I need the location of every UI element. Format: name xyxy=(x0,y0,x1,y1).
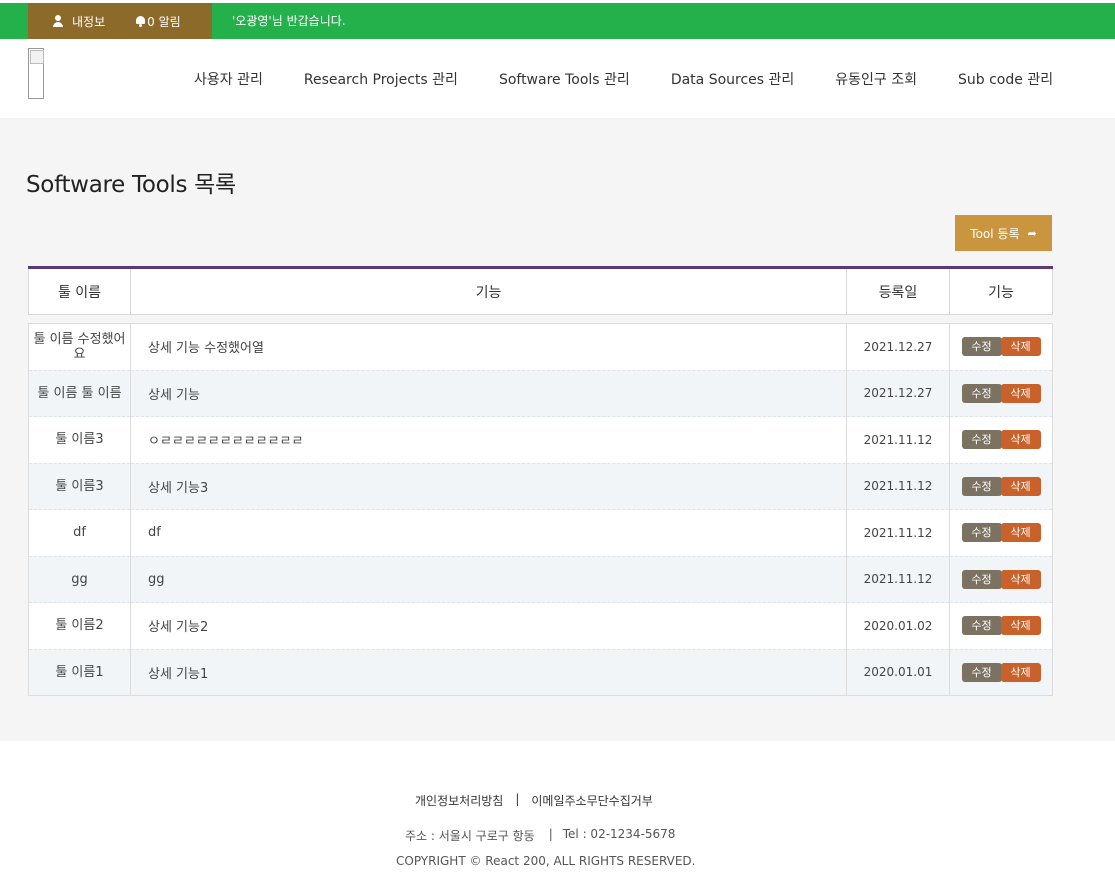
cell-function: df xyxy=(130,509,847,557)
cell-date: 2021.11.12 xyxy=(846,416,950,464)
cell-date: 2021.12.27 xyxy=(846,370,950,417)
my-info-link[interactable]: 내정보 xyxy=(52,13,105,30)
top-bar: 내정보 0 알림 '오광영'님 반갑습니다. xyxy=(0,3,1115,39)
delete-button[interactable]: 삭제 xyxy=(1000,569,1041,589)
cell-function: gg xyxy=(130,556,847,603)
cell-function: 상세 기능1 xyxy=(130,649,847,696)
table-row: df df 2021.11.12 수정 삭제 xyxy=(28,509,1053,557)
cell-function: 상세 기능3 xyxy=(130,463,847,510)
footer-address-line: 주소 : 서울시 구로구 항동 | Tel : 02-1234-5678 xyxy=(405,827,675,844)
cell-tool-name: 툴 이름3 xyxy=(28,463,131,510)
footer-tel: Tel : 02-1234-5678 xyxy=(562,827,676,841)
nav-software-tools[interactable]: Software Tools 관리 xyxy=(499,69,630,89)
alarm-label: 0 알림 xyxy=(147,14,181,29)
footer-address: 주소 : 서울시 구로구 항동 xyxy=(405,829,535,843)
cell-tool-name: gg xyxy=(28,556,131,603)
table-row: 툴 이름 툴 이름 상세 기능 2021.12.27 수정 삭제 xyxy=(28,370,1053,417)
bell-icon xyxy=(135,15,146,27)
table-row: 툴 이름3 상세 기능3 2021.11.12 수정 삭제 xyxy=(28,463,1053,510)
delete-button[interactable]: 삭제 xyxy=(1000,383,1041,403)
footer: 개인정보처리방침 | 이메일주소무단수집거부 주소 : 서울시 구로구 항동 |… xyxy=(0,741,1115,887)
cell-date: 2021.11.12 xyxy=(846,509,950,557)
cell-function: ㅇㄹㄹㄹㄹㄹㄹㄹㄹㄹㄹㄹㄹ xyxy=(130,416,847,464)
delete-button[interactable]: 삭제 xyxy=(1000,662,1041,682)
tool-register-button[interactable]: Tool 등록 ➦ xyxy=(955,215,1052,251)
share-arrow-icon: ➦ xyxy=(1027,226,1037,240)
footer-separator: | xyxy=(515,792,520,806)
table-row: 툴 이름3 ㅇㄹㄹㄹㄹㄹㄹㄹㄹㄹㄹㄹㄹ 2021.11.12 수정 삭제 xyxy=(28,416,1053,464)
header: 사용자 관리 Research Projects 관리 Software Too… xyxy=(0,39,1115,118)
cell-actions: 수정 삭제 xyxy=(949,509,1053,557)
footer-copyright: COPYRIGHT © React 200, ALL RIGHTS RESERV… xyxy=(396,854,696,868)
edit-button[interactable]: 수정 xyxy=(961,662,1002,682)
edit-button[interactable]: 수정 xyxy=(961,430,1002,450)
edit-button[interactable]: 수정 xyxy=(961,523,1002,543)
edit-button[interactable]: 수정 xyxy=(961,569,1002,589)
cell-tool-name: 툴 이름 수정했어요 xyxy=(28,323,131,371)
page-title: Software Tools 목록 xyxy=(26,172,236,198)
tool-register-label: Tool 등록 xyxy=(970,226,1020,241)
user-box: 내정보 0 알림 xyxy=(28,3,212,39)
email-refusal-link[interactable]: 이메일주소무단수집거부 xyxy=(531,792,652,809)
cell-actions: 수정 삭제 xyxy=(949,323,1053,371)
cell-actions: 수정 삭제 xyxy=(949,556,1053,603)
header-date: 등록일 xyxy=(846,267,950,315)
nav-sub-code[interactable]: Sub code 관리 xyxy=(958,69,1053,89)
cell-date: 2021.11.12 xyxy=(846,463,950,510)
cell-date: 2021.12.27 xyxy=(846,323,950,371)
cell-function: 상세 기능 수정했어열 xyxy=(130,323,847,371)
edit-button[interactable]: 수정 xyxy=(961,337,1002,357)
cell-date: 2021.11.12 xyxy=(846,556,950,603)
nav-user-management[interactable]: 사용자 관리 xyxy=(194,69,263,89)
edit-button[interactable]: 수정 xyxy=(961,616,1002,636)
cell-actions: 수정 삭제 xyxy=(949,463,1053,510)
nav-data-sources[interactable]: Data Sources 관리 xyxy=(671,69,794,89)
cell-function: 상세 기능 xyxy=(130,370,847,417)
cell-actions: 수정 삭제 xyxy=(949,416,1053,464)
cell-function: 상세 기능2 xyxy=(130,602,847,650)
cell-actions: 수정 삭제 xyxy=(949,370,1053,417)
tools-table: 툴 이름 수정했어요 상세 기능 수정했어열 2021.12.27 수정 삭제 툴 이름 … xyxy=(28,323,1053,696)
cell-tool-name: 툴 이름2 xyxy=(28,602,131,650)
cell-tool-name: df xyxy=(28,509,131,557)
table-row: 툴 이름1 상세 기능1 2020.01.01 수정 삭제 xyxy=(28,649,1053,696)
main-content: Software Tools 목록 Tool 등록 ➦ 툴 이름 기능 등록일 … xyxy=(0,118,1115,741)
edit-button[interactable]: 수정 xyxy=(961,383,1002,403)
user-icon xyxy=(52,15,64,27)
header-tool-name: 툴 이름 xyxy=(28,267,131,315)
delete-button[interactable]: 삭제 xyxy=(1000,476,1041,496)
delete-button[interactable]: 삭제 xyxy=(1000,430,1041,450)
cell-actions: 수정 삭제 xyxy=(949,602,1053,650)
cell-actions: 수정 삭제 xyxy=(949,649,1053,696)
delete-button[interactable]: 삭제 xyxy=(1000,337,1041,357)
cell-date: 2020.01.02 xyxy=(846,602,950,650)
main-nav: 사용자 관리 Research Projects 관리 Software Too… xyxy=(194,69,1094,89)
privacy-policy-link[interactable]: 개인정보처리방침 xyxy=(415,792,503,809)
welcome-message: '오광영'님 반갑습니다. xyxy=(232,14,346,28)
nav-research-projects[interactable]: Research Projects 관리 xyxy=(304,69,458,89)
cell-tool-name: 툴 이름3 xyxy=(28,416,131,464)
delete-button[interactable]: 삭제 xyxy=(1000,616,1041,636)
table-row: 툴 이름 수정했어요 상세 기능 수정했어열 2021.12.27 수정 삭제 xyxy=(28,323,1053,371)
header-actions: 기능 xyxy=(949,267,1053,315)
cell-date: 2020.01.01 xyxy=(846,649,950,696)
delete-button[interactable]: 삭제 xyxy=(1000,523,1041,543)
cell-tool-name: 툴 이름1 xyxy=(28,649,131,696)
alarm-link[interactable]: 0 알림 xyxy=(135,13,181,30)
table-row: gg gg 2021.11.12 수정 삭제 xyxy=(28,556,1053,603)
table-row: 툴 이름2 상세 기능2 2020.01.02 수정 삭제 xyxy=(28,602,1053,650)
footer-links: 개인정보처리방침 | 이메일주소무단수집거부 xyxy=(415,792,653,809)
edit-button[interactable]: 수정 xyxy=(961,476,1002,496)
logo-image[interactable] xyxy=(28,48,44,99)
cell-tool-name: 툴 이름 툴 이름 xyxy=(28,370,131,417)
table-header: 툴 이름 기능 등록일 기능 xyxy=(28,266,1053,315)
my-info-label: 내정보 xyxy=(72,14,106,29)
nav-floating-population[interactable]: 유동인구 조회 xyxy=(835,69,917,89)
header-function: 기능 xyxy=(130,267,847,315)
footer-separator: | xyxy=(548,827,553,841)
